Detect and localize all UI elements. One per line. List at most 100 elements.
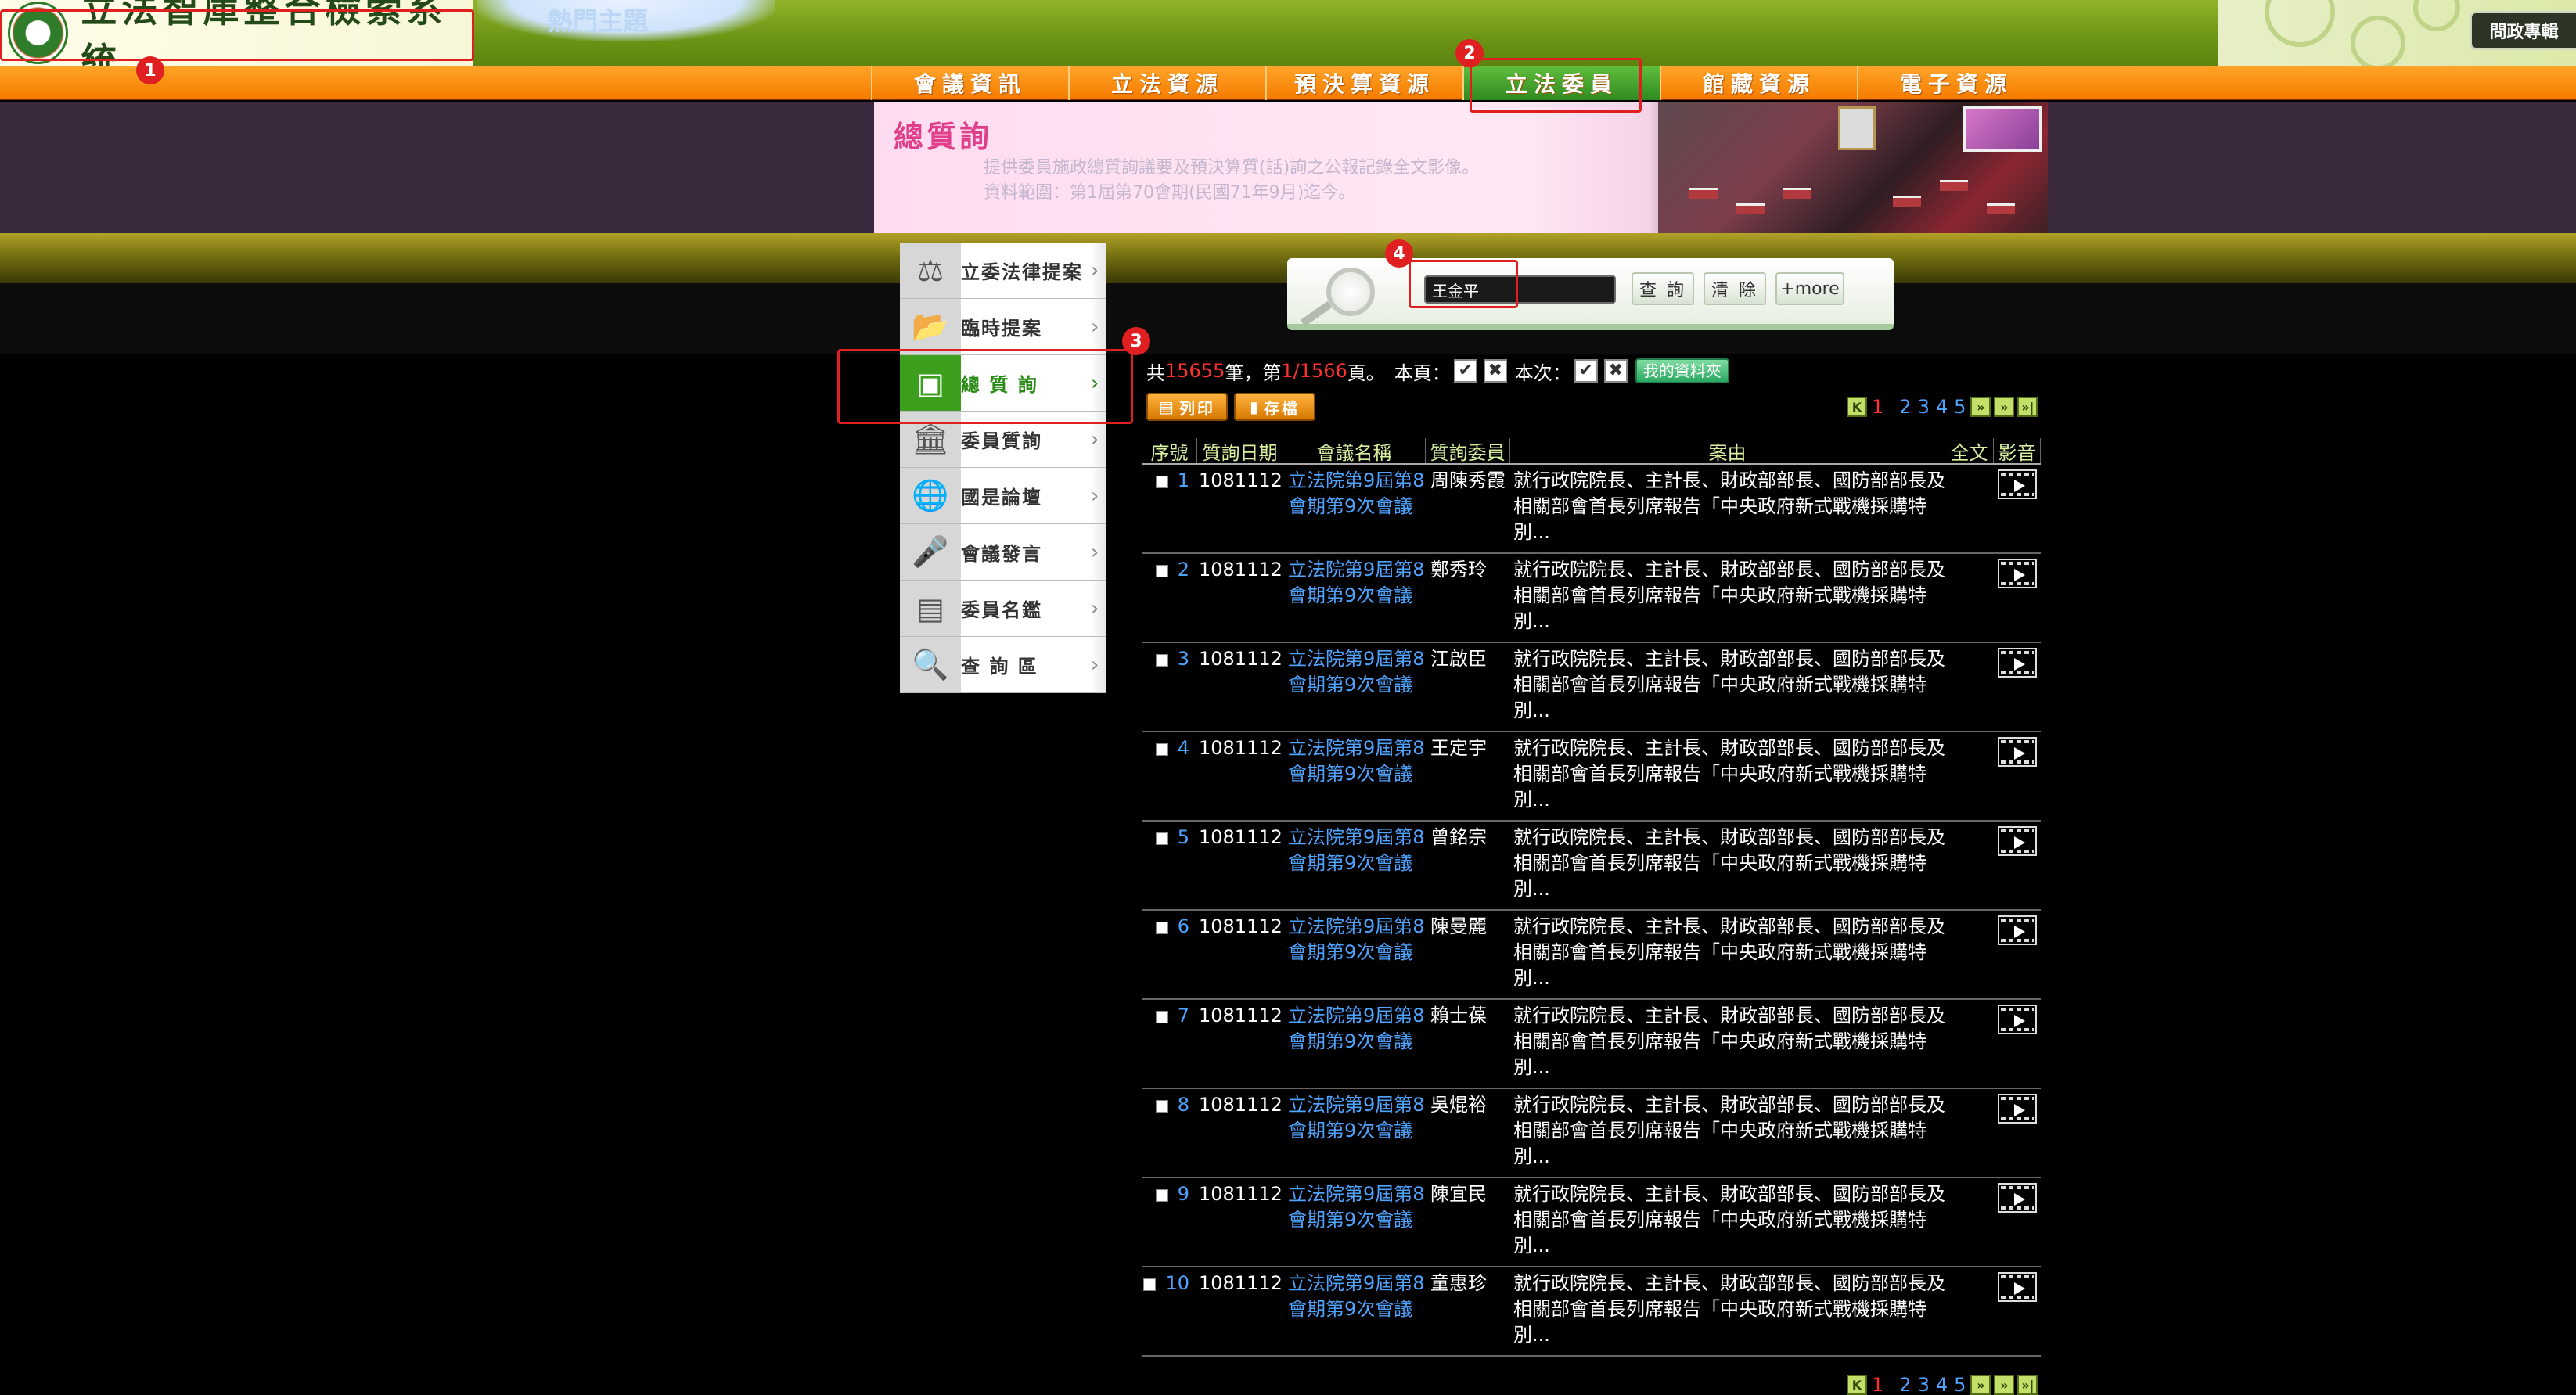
pagination-top: K 1 2 3 4 5 » » »| [1847, 396, 2038, 418]
summary-suffix: 頁。 [1347, 361, 1385, 384]
row-meeting-link[interactable]: 立法院第9屆第8會期第9次會議 [1283, 1089, 1426, 1177]
row-checkbox[interactable] [1155, 832, 1168, 845]
row-checkbox[interactable] [1155, 1189, 1168, 1202]
row-checkbox[interactable] [1155, 565, 1168, 577]
sidebar-item-member-directory[interactable]: ▤ 委員名鑑 › [900, 581, 1106, 637]
first-page-icon[interactable]: K [1847, 1375, 1867, 1395]
last-page-icon[interactable]: »| [2017, 1375, 2038, 1395]
table-row: 5 1081112 立法院第9屆第8會期第9次會議 曾銘宗 就行政院院長、主計長、財政部… [1142, 822, 2041, 911]
page-link[interactable]: 4 [1934, 1374, 1949, 1395]
row-meeting-link[interactable]: 立法院第9屆第8會期第9次會議 [1283, 554, 1426, 642]
annotation-marker-1: 1 [136, 56, 164, 84]
row-fulltext [1945, 554, 1994, 642]
row-checkbox[interactable] [1155, 1100, 1168, 1113]
row-number-cell: 4 [1142, 732, 1197, 820]
page-link[interactable]: 2 [1898, 396, 1912, 418]
page-link-current[interactable]: 1 [1870, 1374, 1894, 1395]
more-options-button[interactable]: +more [1775, 272, 1844, 305]
video-film-icon[interactable] [1998, 1183, 2037, 1213]
page-link[interactable]: 2 [1898, 1374, 1912, 1395]
video-film-icon[interactable] [1998, 469, 2037, 499]
first-page-icon[interactable]: K [1847, 397, 1867, 417]
page-description-range: 資料範圍：第1屆第70會期(民國71年9月)迄今。 [984, 183, 1356, 203]
row-number: 7 [1177, 1005, 1189, 1026]
row-checkbox[interactable] [1155, 743, 1168, 756]
clear-button[interactable]: 清 除 [1704, 272, 1766, 305]
row-meeting-link[interactable]: 立法院第9屆第8會期第9次會議 [1283, 732, 1426, 820]
select-page-check-icon[interactable]: ✔ [1453, 359, 1477, 383]
row-reason: 就行政院院長、主計長、財政部部長、國防部部長及相關部會首長列席報告「中央政府新式… [1513, 737, 1945, 811]
sidebar-item-legislator-bills[interactable]: ⚖ 立委法律提案 › [900, 243, 1106, 299]
nav-electronic-resources[interactable]: 電子資源 [1857, 66, 2054, 100]
video-film-icon[interactable] [1998, 1005, 2037, 1034]
play-icon [2014, 480, 2025, 492]
next-group-icon[interactable]: » [1970, 1375, 1991, 1395]
page-link[interactable]: 3 [1916, 1374, 1931, 1395]
query-button[interactable]: 查 詢 [1632, 272, 1694, 305]
scale-icon: ⚖ [916, 253, 944, 288]
row-meeting-link[interactable]: 立法院第9屆第8會期第9次會議 [1283, 911, 1426, 998]
hot-topic-link[interactable]: 熱門主題 [548, 2, 648, 38]
this-time-label: 本次： [1514, 361, 1571, 384]
row-meeting-link[interactable]: 立法院第9屆第8會期第9次會議 [1283, 822, 1426, 909]
display-screen-image [1963, 106, 2042, 152]
pagination-bottom: K 1 2 3 4 5 » » »| [1847, 1374, 2038, 1395]
row-number: 6 [1177, 915, 1189, 937]
special-topic-button[interactable]: 問政專輯 [2470, 11, 2576, 50]
video-film-icon[interactable] [1998, 559, 2037, 588]
page-link-current[interactable]: 1 [1870, 396, 1894, 418]
video-film-icon[interactable] [1998, 826, 2037, 856]
save-button[interactable]: ▮ 存檔 [1234, 393, 1315, 421]
total-count: 15655 [1165, 360, 1225, 382]
annotation-box-4 [1409, 260, 1518, 308]
row-number-cell: 10 [1142, 1267, 1197, 1355]
row-meeting-link[interactable]: 立法院第9屆第8會期第9次會議 [1283, 1000, 1426, 1088]
last-page-icon[interactable]: »| [2017, 397, 2038, 417]
next-page-icon[interactable]: » [1994, 1375, 2015, 1395]
row-checkbox[interactable] [1155, 922, 1168, 934]
select-session-check-icon[interactable]: ✔ [1574, 359, 1598, 383]
sidebar-item-query-area[interactable]: 🔍 查 詢 區 › [900, 637, 1106, 693]
next-group-icon[interactable]: » [1970, 397, 1991, 417]
table-row: 1 1081112 立法院第9屆第8會期第9次會議 周陳秀霞 就行政院院長、主計長、財政… [1142, 465, 2041, 554]
main-nav: 會議資訊 立法資源 預決算資源 立法委員 館藏資源 電子資源 [0, 66, 2576, 100]
row-checkbox[interactable] [1155, 476, 1168, 488]
print-button[interactable]: ▤ 列印 [1146, 393, 1228, 421]
row-checkbox[interactable] [1143, 1278, 1157, 1291]
page-link[interactable]: 5 [1952, 396, 1967, 418]
next-page-icon[interactable]: » [1994, 397, 2015, 417]
video-film-icon[interactable] [1998, 648, 2037, 678]
video-film-icon[interactable] [1998, 737, 2037, 767]
nav-legislative-resources[interactable]: 立法資源 [1068, 66, 1265, 100]
annotation-box-3 [837, 349, 1133, 424]
row-meeting-link[interactable]: 立法院第9屆第8會期第9次會議 [1283, 465, 1426, 552]
section-banner: 總質詢 提供委員施政總質詢議要及預決算質(話)詢之公報記錄全文影像。 資料範圍：… [874, 102, 2048, 233]
nav-budget-resources[interactable]: 預決算資源 [1265, 66, 1462, 100]
page-link[interactable]: 3 [1916, 396, 1931, 418]
row-number-cell: 2 [1142, 554, 1197, 642]
play-icon [2014, 836, 2025, 849]
video-film-icon[interactable] [1998, 1272, 2037, 1302]
sidebar-item-ad-hoc-proposals[interactable]: 📂 臨時提案 › [900, 299, 1106, 355]
row-video-cell [1994, 1000, 2041, 1088]
video-film-icon[interactable] [1998, 1094, 2037, 1124]
nav-meeting-info[interactable]: 會議資訊 [871, 66, 1068, 100]
table-row: 2 1081112 立法院第9屆第8會期第9次會議 鄭秀玲 就行政院院長、主計長、財政部… [1142, 554, 2041, 643]
row-meeting-link[interactable]: 立法院第9屆第8會期第9次會議 [1283, 643, 1426, 731]
row-checkbox[interactable] [1155, 1011, 1168, 1023]
deselect-session-cross-icon[interactable]: ✖ [1603, 359, 1628, 383]
row-checkbox[interactable] [1155, 654, 1168, 667]
deselect-page-cross-icon[interactable]: ✖ [1483, 359, 1507, 383]
row-number-cell: 5 [1142, 822, 1197, 909]
page-title: 總質詢 [894, 120, 993, 154]
page-link[interactable]: 4 [1934, 396, 1949, 418]
row-meeting-link[interactable]: 立法院第9屆第8會期第9次會議 [1283, 1267, 1426, 1355]
sidebar-item-meeting-speeches[interactable]: 🎤 會議發言 › [900, 524, 1106, 581]
my-folder-button[interactable]: 我的資料夾 [1635, 358, 1729, 383]
nav-library-collections[interactable]: 館藏資源 [1660, 66, 1857, 100]
row-meeting-link[interactable]: 立法院第9屆第8會期第9次會議 [1283, 1178, 1426, 1266]
page-link[interactable]: 5 [1952, 1374, 1967, 1395]
sidebar-item-national-forum[interactable]: 🌐 國是論壇 › [900, 468, 1106, 524]
table-row: 9 1081112 立法院第9屆第8會期第9次會議 陳宜民 就行政院院長、主計長、財政部… [1142, 1178, 2041, 1267]
video-film-icon[interactable] [1998, 915, 2037, 945]
